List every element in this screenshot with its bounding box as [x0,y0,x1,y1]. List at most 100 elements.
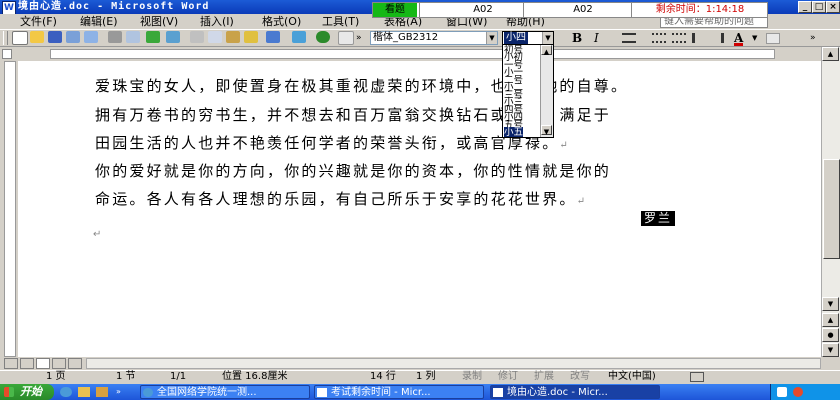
exam-bar: 看题 A02 A02 剩余时间：1:14:18 [372,2,768,18]
word-app-icon[interactable]: W [2,1,16,15]
start-label: 开始 [20,385,42,398]
menu-file[interactable]: 文件(F) [20,14,57,29]
text-line: 田园生活的人也并不艳羡任何学者的荣誉头衔，或高官厚禄。↵ [95,134,568,152]
start-button[interactable]: 开始 [0,384,54,400]
exam-timer: 剩余时间：1:14:18 [655,4,745,15]
status-overtype[interactable]: 改写 [570,370,590,384]
print-layout-button[interactable] [36,358,50,369]
ie-quicklaunch-icon[interactable] [60,387,72,397]
format-painter-icon[interactable] [244,31,258,43]
chevron-down-icon[interactable]: ▼ [541,125,552,136]
paste-icon[interactable] [226,31,240,43]
select-browse-object-button[interactable]: ● [822,328,839,342]
status-position: 位置 16.8厘米 [222,371,288,382]
print-icon[interactable] [108,31,122,43]
menu-insert[interactable]: 插入(I) [200,14,234,29]
desktop-quicklaunch-icon[interactable] [78,387,90,397]
email-icon[interactable] [84,31,98,43]
font-name-value: 楷体_GB2312 [373,32,439,43]
taskbar-button-active[interactable]: 境由心造.doc - Micr... [490,385,660,399]
hyperlink-icon[interactable] [292,31,306,43]
align-justify-icon[interactable] [622,33,636,43]
previous-page-button[interactable]: ▲ [822,313,839,327]
horizontal-scrollbar[interactable] [86,358,821,369]
tray-icon[interactable] [793,387,803,397]
bold-button[interactable]: B [572,30,582,46]
research-icon[interactable] [166,31,180,43]
partial-top-line: ˉˉˉˉˉˉˉˉˉˉˉˉˉˉˉˉˉˉˉˉ [95,61,289,72]
status-record[interactable]: 录制 [462,370,482,384]
document-page[interactable]: ˉˉˉˉˉˉˉˉˉˉˉˉˉˉˉˉˉˉˉˉ 爱珠宝的女人，即使置身在极其重视虚荣的… [18,61,821,357]
explorer-quicklaunch-icon[interactable] [96,387,108,397]
toolbar-grip[interactable] [3,31,8,45]
permission-icon[interactable] [66,31,80,43]
size-option-selected[interactable]: 小五 [504,127,524,137]
increase-indent-icon[interactable] [710,33,724,43]
reading-view-button[interactable] [68,358,82,369]
font-name-select[interactable]: 楷体_GB2312 ▼ [370,31,498,45]
tray-icon[interactable] [777,387,787,397]
status-extend[interactable]: 扩展 [534,370,554,384]
table-icon[interactable] [338,31,354,45]
text-line: 你的爱好就是你的方向，你的兴趣就是你的资本，你的性情就是你的 [95,162,612,180]
spelling-status-icon[interactable] [690,372,704,382]
bullets-icon[interactable] [672,33,686,43]
tab-selector-icon[interactable] [2,49,12,59]
toolbar-chevron-icon[interactable]: » [356,33,362,43]
scrollbar-thumb[interactable] [823,159,840,259]
scroll-down-button[interactable]: ▼ [822,297,839,311]
taskbar-button-label: 考试剩余时间 - Micr... [331,387,431,398]
text-line: 命运。各人有各人理想的乐园，有自己所乐于安享的花花世界。↵ [95,190,585,208]
word-icon [493,388,503,397]
toolbar-chevron-icon[interactable]: » [810,33,816,43]
open-folder-icon[interactable] [30,31,44,43]
minimize-button[interactable]: _ [798,1,812,13]
status-section: 1 节 [116,371,136,382]
menu-view[interactable]: 视图(V) [140,14,178,29]
taskbar-button-label: 全国网络学院统一测... [157,387,257,398]
save-icon[interactable] [48,31,62,43]
font-color-button[interactable]: A [734,30,744,46]
taskbar-chevron-icon[interactable]: » [116,387,124,397]
exam-question-id: A02 [473,4,493,15]
vertical-scrollbar[interactable]: ▲ ▼ ▲ ● ▼ [821,47,840,357]
chevron-down-icon[interactable]: ▼ [752,34,757,42]
chevron-up-icon[interactable]: ▲ [541,45,552,56]
close-button[interactable]: × [826,1,840,13]
italic-button[interactable]: I [594,30,599,46]
undo-icon[interactable] [266,31,280,43]
vertical-ruler[interactable] [4,61,16,357]
spelling-icon[interactable] [146,31,160,43]
web-globe-icon[interactable] [316,31,330,43]
numbering-icon[interactable] [652,33,666,43]
menu-tools[interactable]: 工具(T) [322,14,359,29]
new-document-icon[interactable] [12,31,28,45]
font-size-select[interactable]: 小四 ▼ [502,31,554,45]
status-track-changes[interactable]: 修订 [498,370,518,384]
chevron-down-icon[interactable]: ▼ [486,32,497,44]
highlight-icon[interactable] [766,33,780,44]
author-name: 罗兰 [641,211,676,226]
copy-icon[interactable] [208,31,222,43]
status-line: 14 行 [370,371,396,382]
window-title: 境由心造.doc - Microsoft Word [18,1,210,12]
normal-view-button[interactable] [4,358,18,369]
maximize-button[interactable]: □ [812,1,826,13]
taskbar-button[interactable]: 全国网络学院统一测... [140,385,310,399]
cut-icon[interactable] [190,31,204,43]
outline-view-button[interactable] [52,358,66,369]
print-preview-icon[interactable] [126,31,140,43]
exam-status-button[interactable]: 看题 [373,3,417,17]
menu-format[interactable]: 格式(O) [262,14,301,29]
dropdown-scrollbar[interactable]: ▲ ▼ [540,45,553,137]
taskbar-button[interactable]: 考试剩余时间 - Micr... [314,385,484,399]
web-view-button[interactable] [20,358,34,369]
menu-edit[interactable]: 编辑(E) [80,14,118,29]
chevron-down-icon[interactable]: ▼ [542,32,553,44]
decrease-indent-icon[interactable] [692,33,706,43]
next-page-button[interactable]: ▼ [822,343,839,357]
ruler-scale[interactable] [50,49,775,59]
exam-question-id-2: A02 [573,4,593,15]
status-column: 1 列 [416,371,436,382]
scroll-up-button[interactable]: ▲ [822,47,839,61]
